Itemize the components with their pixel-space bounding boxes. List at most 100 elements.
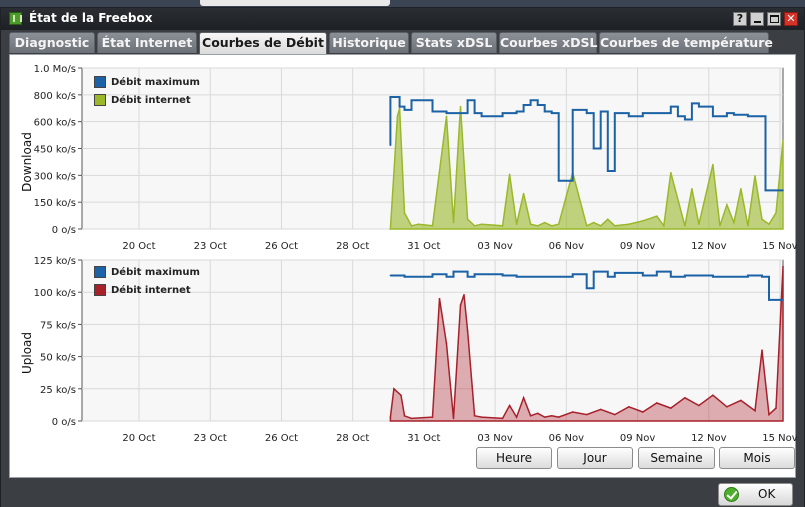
minimize-button[interactable] — [750, 12, 764, 26]
data-point-internet — [719, 224, 721, 227]
data-point-maximum — [620, 112, 623, 114]
data-point-internet — [431, 416, 434, 418]
semaine-button[interactable]: Semaine — [638, 447, 715, 469]
x-tick-label: 20 Oct — [122, 241, 155, 252]
data-point-internet — [782, 139, 784, 142]
content-panel: 0 o/s 150 ko/s 300 ko/s 450 ko/s 600 ko/s 800… — [9, 54, 797, 478]
legend-item: Débit internet — [94, 94, 200, 112]
x-tick-label: 28 Oct — [336, 433, 369, 444]
close-button[interactable]: ✕ — [784, 12, 798, 26]
x-tick-label: 03 Nov — [477, 241, 513, 252]
tab-courbes-debit[interactable]: Courbes de Débit — [199, 32, 327, 55]
title-bar[interactable]: État de la Freebox ? ✕ — [1, 8, 804, 30]
data-point-internet — [463, 293, 465, 296]
data-point-maximum — [761, 115, 763, 118]
upload-legend: Débit maximum Débit internet — [94, 266, 200, 302]
data-point-internet — [754, 409, 756, 412]
data-point-internet — [698, 223, 700, 225]
y-tick-label: 0 o/s — [52, 417, 76, 428]
x-tick-label: 06 Nov — [549, 241, 585, 252]
data-point-internet — [691, 187, 693, 190]
tab-stats-xdsl[interactable]: Stats xDSL — [411, 32, 497, 53]
jour-button[interactable]: Jour — [557, 447, 633, 469]
data-point-internet — [522, 397, 525, 399]
legend-label: Débit internet — [111, 285, 191, 296]
data-point-maximum — [571, 273, 574, 275]
data-point-internet — [642, 411, 644, 413]
data-point-internet — [410, 417, 413, 420]
x-tick-label: 20 Oct — [122, 433, 155, 444]
maximize-button[interactable] — [767, 12, 781, 26]
tab-historique[interactable]: Historique — [329, 32, 409, 53]
data-point-maximum — [642, 112, 644, 114]
data-point-internet — [543, 221, 546, 224]
data-point-maximum — [656, 270, 658, 273]
data-point-maximum — [698, 105, 700, 108]
data-point-internet — [515, 223, 518, 225]
mois-button[interactable]: Mois — [719, 447, 795, 469]
data-point-internet — [445, 342, 448, 345]
data-point-maximum — [522, 104, 525, 106]
legend-item: Débit internet — [94, 284, 200, 302]
tab-courbes-temperature[interactable]: Courbes de température — [599, 32, 773, 53]
data-point-maximum — [599, 110, 602, 113]
x-tick-label: 09 Nov — [620, 241, 656, 252]
data-point-internet — [536, 412, 539, 415]
legend-swatch — [94, 284, 106, 296]
data-point-maximum — [473, 112, 476, 114]
data-point-maximum — [613, 272, 616, 274]
tab-etat-internet[interactable]: État Internet — [97, 32, 197, 53]
data-point-maximum — [398, 105, 401, 108]
data-point-maximum — [606, 170, 609, 172]
ok-button[interactable]: OK — [718, 483, 793, 506]
heure-button[interactable]: Heure — [476, 447, 552, 469]
data-point-internet — [726, 406, 728, 408]
y-tick-label: 600 ko/s — [34, 118, 76, 129]
upload-chart: 0 o/s 25 ko/s 50 ko/s 75 ko/s 100 ko/s 125 ko… — [10, 254, 797, 444]
x-tick-label: 15 Nov — [762, 241, 797, 252]
data-point-internet — [599, 224, 602, 227]
window-title: État de la Freebox — [29, 11, 153, 25]
help-button[interactable]: ? — [733, 12, 747, 26]
data-point-internet — [599, 408, 602, 411]
data-point-maximum — [670, 105, 672, 108]
data-point-maximum — [642, 274, 644, 277]
data-point-internet — [396, 115, 399, 118]
check-icon — [724, 487, 739, 502]
tab-diagnostic[interactable]: Diagnostic — [9, 32, 95, 53]
data-point-maximum — [445, 275, 448, 278]
x-tick-label: 28 Oct — [336, 241, 369, 252]
data-point-internet — [663, 224, 665, 227]
data-point-maximum — [515, 110, 518, 113]
data-point-maximum — [585, 287, 588, 290]
data-point-internet — [431, 224, 434, 227]
data-point-maximum — [515, 275, 518, 278]
y-tick-label: 450 ko/s — [34, 145, 76, 156]
y-tick-label: 125 ko/s — [34, 256, 76, 267]
data-point-internet — [403, 415, 406, 417]
data-point-maximum — [733, 113, 735, 116]
data-point-internet — [670, 171, 672, 174]
data-point-internet — [529, 223, 532, 225]
data-point-maximum — [764, 189, 767, 192]
y-tick-label: 150 ko/s — [34, 198, 76, 209]
data-point-internet — [459, 304, 462, 306]
data-point-maximum — [543, 110, 546, 113]
tab-courbes-xdsl[interactable]: Courbes xDSL — [499, 32, 597, 53]
data-point-internet — [670, 407, 672, 409]
data-point-internet — [656, 402, 658, 404]
freebox-status-window: État de la Freebox ? ✕ Diagnostic État I… — [0, 7, 805, 507]
data-point-internet — [768, 223, 770, 225]
legend-label: Débit internet — [111, 95, 191, 106]
data-point-internet — [733, 221, 735, 224]
data-point-internet — [480, 416, 483, 418]
data-point-internet — [761, 349, 763, 351]
data-point-maximum — [761, 275, 763, 278]
data-point-maximum — [431, 110, 434, 113]
x-tick-label: 06 Nov — [549, 433, 585, 444]
y-tick-label: 25 ko/s — [40, 385, 76, 396]
data-point-maximum — [592, 270, 595, 273]
data-point-internet — [726, 204, 728, 206]
data-point-internet — [592, 221, 595, 224]
y-tick-label: 800 ko/s — [34, 91, 76, 102]
